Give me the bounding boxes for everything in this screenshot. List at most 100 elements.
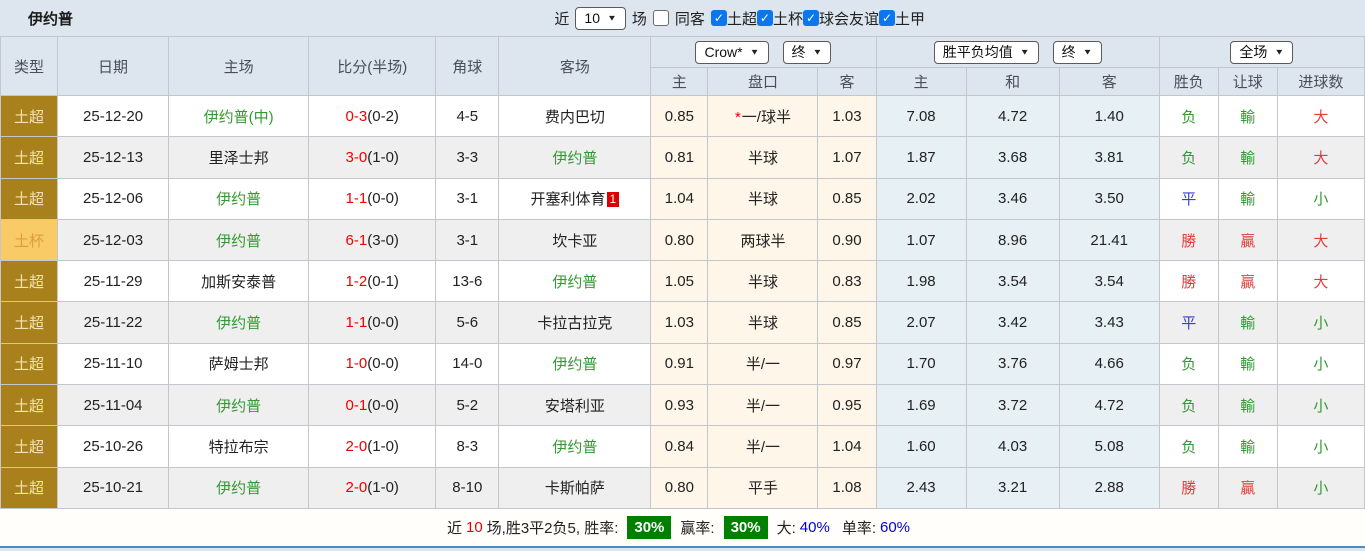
cell-avg-draw: 3.72	[965, 384, 1060, 427]
sub-header-avg-home: 主	[875, 67, 967, 96]
cell-away-team[interactable]: 卡拉古拉克	[498, 301, 652, 344]
bookmaker-time-select[interactable]: 终 ▼	[782, 40, 832, 64]
cell-avg-home: 2.07	[875, 301, 967, 344]
cell-home-team[interactable]: 伊约普	[168, 384, 310, 427]
league-filter-checkbox-2[interactable]: ✓	[802, 10, 819, 26]
league-filter-label: 土甲	[894, 10, 925, 28]
table-row: 土超 25-11-04 伊约普 0-1(0-0) 5-2 安塔利亚 0.93 半/一 0.95 1…	[0, 384, 1365, 427]
win-rate-badge: 30%	[627, 515, 672, 539]
half-time-score: (0-1)	[367, 272, 399, 290]
cell-away-team[interactable]: 费内巴切	[498, 94, 652, 138]
recent-count-select[interactable]: 10 ▼	[575, 6, 626, 30]
cell-home-team[interactable]: 伊约普	[168, 466, 310, 509]
avg-time-select[interactable]: 终 ▼	[1052, 40, 1102, 64]
cell-league: 土超	[0, 384, 59, 427]
cell-home-team[interactable]: 里泽士邦	[168, 136, 310, 179]
sub-header-outcome: 胜负	[1158, 67, 1219, 96]
league-filter-label: 土杯	[772, 10, 803, 28]
cell-home-team[interactable]: 加斯安泰普	[168, 260, 310, 303]
home-team-name: 伊约普	[216, 480, 262, 498]
full-time-score: 1-0	[345, 355, 368, 373]
table-row: 土超 25-11-10 萨姆士邦 1-0(0-0) 14-0 伊约普 0.91 半/一 0.97…	[0, 342, 1365, 386]
half-time-score: (0-2)	[367, 107, 399, 125]
same-away-checkbox[interactable]	[652, 10, 669, 26]
cell-avg-away: 3.54	[1058, 260, 1160, 303]
sub-header-handicap-result: 让球	[1217, 67, 1278, 96]
league-filter-checkbox-3[interactable]: ✓	[878, 10, 895, 26]
cell-home-team[interactable]: 伊约普	[168, 301, 310, 344]
cell-outcome: 负	[1158, 384, 1219, 427]
table-row: 土超 25-12-06 伊约普 1-1(0-0) 3-1 开塞利体育 1 1.04 半球 0.85…	[0, 177, 1365, 220]
cell-handicap-result: 輸	[1217, 425, 1278, 468]
cell-away-odds: 1.08	[817, 466, 877, 509]
cell-away-team[interactable]: 伊约普	[498, 136, 652, 179]
half-time-score: (1-0)	[367, 438, 399, 456]
league-filter-checkbox-0[interactable]: ✓	[710, 10, 727, 26]
cell-away-team[interactable]: 伊约普	[498, 260, 652, 303]
cell-home-team[interactable]: 萨姆士邦	[168, 342, 310, 386]
cell-avg-away: 21.41	[1058, 218, 1160, 262]
handicap-text: 半球	[747, 273, 778, 291]
away-team-name: 费内巴切	[544, 108, 605, 126]
cell-home-team[interactable]: 伊约普	[168, 177, 310, 220]
cell-score: 2-0(1-0)	[308, 466, 437, 509]
cell-avg-draw: 3.76	[965, 342, 1060, 386]
avg-odds-select[interactable]: 胜平负均值 ▼	[933, 40, 1039, 64]
cell-home-odds: 0.84	[650, 425, 709, 468]
cell-home-team[interactable]: 伊约普(中)	[168, 94, 310, 138]
bookmaker-select[interactable]: Crow* ▼	[695, 40, 769, 64]
cell-goals-result: 小	[1276, 425, 1365, 468]
scope-select[interactable]: 全场 ▼	[1230, 40, 1294, 64]
half-time-score: (0-0)	[367, 190, 399, 208]
cell-corners: 8-10	[435, 466, 500, 509]
league-filter-checkbox-1[interactable]: ✓	[756, 10, 773, 26]
cell-avg-home: 2.43	[875, 466, 967, 509]
cell-away-team[interactable]: 伊约普	[498, 425, 652, 468]
big-rate-value: 40%	[799, 518, 830, 536]
table-row: 土超 25-11-22 伊约普 1-1(0-0) 5-6 卡拉古拉克 1.03 半球 0.85 2…	[0, 301, 1365, 344]
cell-score: 1-0(0-0)	[308, 342, 437, 386]
cell-avg-away: 3.81	[1058, 136, 1160, 179]
cell-corners: 13-6	[435, 260, 500, 303]
cell-avg-home: 2.02	[875, 177, 967, 220]
cell-goals-result: 小	[1276, 466, 1365, 509]
home-team-name: 里泽士邦	[208, 149, 269, 167]
cell-outcome: 勝	[1158, 260, 1219, 303]
handicap-text: 半球	[747, 315, 778, 333]
rank-badge: 1	[606, 192, 620, 208]
cell-home-team[interactable]: 伊约普	[168, 218, 310, 262]
cell-home-team[interactable]: 特拉布宗	[168, 425, 310, 468]
cell-goals-result: 大	[1276, 260, 1365, 303]
chevron-down-icon: ▼	[749, 47, 760, 57]
cell-away-team[interactable]: 坎卡亚	[498, 218, 652, 262]
home-team-name: 萨姆士邦	[208, 356, 269, 374]
cell-avg-draw: 4.03	[965, 425, 1060, 468]
cell-handicap-result: 輸	[1217, 177, 1278, 220]
away-team-name: 坎卡亚	[552, 232, 598, 250]
same-away-label: 同客	[674, 10, 705, 28]
big-rate-label: 大:	[776, 519, 796, 537]
col-header-type: 类型	[0, 36, 59, 96]
cell-handicap: 半球	[707, 136, 819, 179]
cell-home-odds: 0.91	[650, 342, 709, 386]
away-team-name: 卡斯帕萨	[544, 480, 605, 498]
cell-corners: 8-3	[435, 425, 500, 468]
table-row: 土超 25-12-13 里泽士邦 3-0(1-0) 3-3 伊约普 0.81 半球 1.07 1.…	[0, 136, 1365, 179]
matches-label: 场	[631, 10, 647, 28]
cell-away-team[interactable]: 卡斯帕萨	[498, 466, 652, 509]
profit-rate-badge: 30%	[723, 515, 768, 539]
chevron-down-icon: ▼	[1019, 47, 1030, 57]
cell-corners: 3-1	[435, 218, 500, 262]
cell-corners: 4-5	[435, 94, 500, 138]
cell-date: 25-10-26	[57, 425, 170, 468]
cell-league: 土超	[0, 177, 59, 220]
cell-handicap-result: 輸	[1217, 342, 1278, 386]
cell-league: 土超	[0, 301, 59, 344]
cell-handicap: 半球	[707, 260, 819, 303]
cell-away-team[interactable]: 伊约普	[498, 342, 652, 386]
handicap-text: 半/一	[745, 397, 781, 415]
cell-avg-away: 4.66	[1058, 342, 1160, 386]
summary-recent-label: 近	[446, 519, 462, 537]
cell-away-team[interactable]: 开塞利体育 1	[498, 177, 652, 220]
cell-away-team[interactable]: 安塔利亚	[498, 384, 652, 427]
